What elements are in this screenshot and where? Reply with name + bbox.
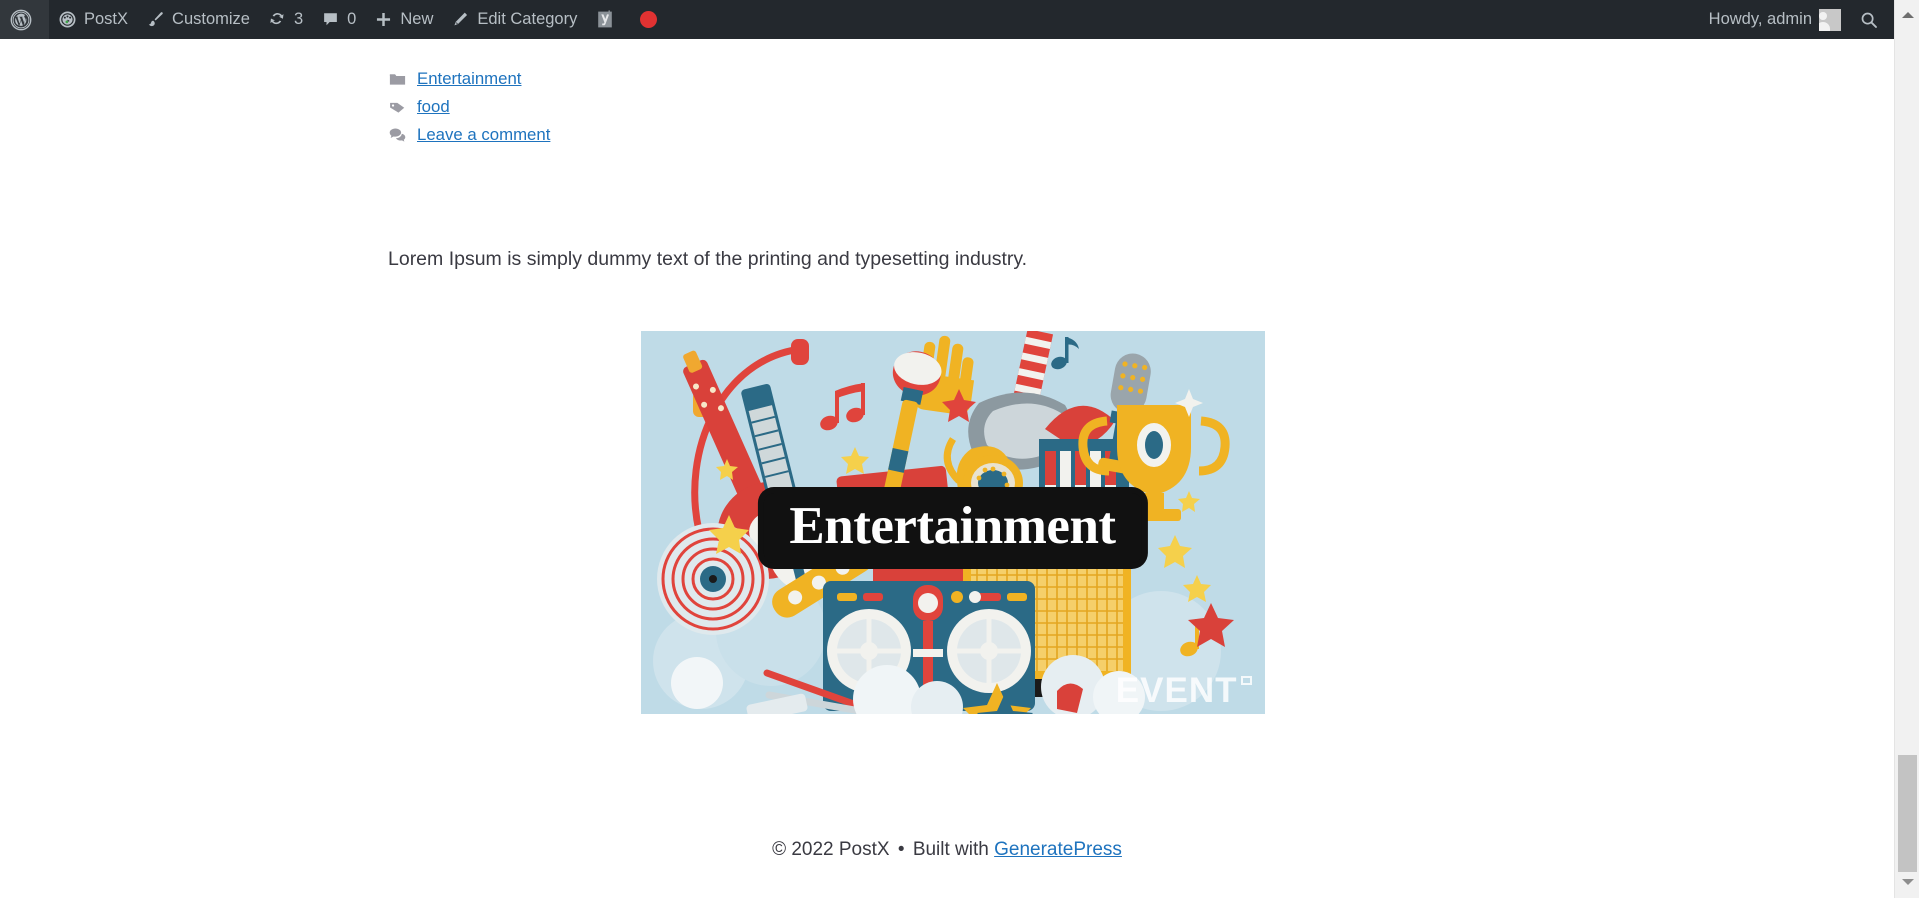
featured-image-entertainment[interactable]: Entertainment EVENT [640, 331, 1265, 715]
entry-meta: Entertainment food Leave a comment [377, 39, 1517, 149]
entry-meta-comments: Leave a comment [377, 121, 1517, 149]
wp-logo-menu[interactable] [0, 0, 49, 39]
my-account-menu[interactable]: Howdy, admin [1700, 0, 1850, 39]
entry-paragraph: Lorem Ipsum is simply dummy text of the … [388, 248, 1028, 270]
site-footer: © 2022 PostX • Built with GeneratePress [0, 836, 1894, 898]
admin-bar-label-edit-category: Edit Category [477, 10, 578, 29]
admin-bar-item-yoast[interactable] [586, 0, 631, 39]
footer-built-with-label: Built with [912, 838, 989, 860]
footer-separator: • [897, 838, 905, 860]
event-watermark-box-icon [1240, 676, 1252, 686]
search-icon [1859, 10, 1879, 30]
admin-bar-search-button[interactable] [1850, 0, 1888, 39]
category-link-entertainment[interactable]: Entertainment [417, 70, 521, 88]
site-page: Entertainment food Leave a comment Lorem… [0, 39, 1894, 898]
content-container: Entertainment food Leave a comment Lorem… [377, 39, 1517, 715]
entry-content: Lorem Ipsum is simply dummy text of the … [377, 149, 1517, 715]
comments-count: 0 [347, 10, 357, 29]
update-icon [268, 10, 287, 29]
scroll-up-arrow-icon[interactable] [1895, 4, 1919, 26]
comments-icon [388, 126, 407, 145]
generatepress-link[interactable]: GeneratePress [994, 839, 1122, 860]
admin-bar-item-updates[interactable]: 3 [259, 0, 312, 39]
event-watermark: EVENT [1116, 673, 1252, 708]
howdy-label: Howdy, admin [1708, 10, 1812, 28]
featured-image-banner-text: Entertainment [789, 497, 1116, 556]
featured-image-wrapper: Entertainment EVENT [388, 331, 1517, 715]
event-watermark-text: EVENT [1115, 671, 1238, 711]
wp-admin-bar: PostX Customize 3 0 New Edit Category Ho… [0, 0, 1894, 39]
admin-bar-label-customize: Customize [172, 10, 250, 29]
scroll-down-arrow-icon[interactable] [1895, 871, 1919, 893]
comment-bubble-icon [321, 10, 340, 29]
red-dot-icon [640, 11, 658, 28]
admin-bar-item-postx[interactable]: PostX [49, 0, 137, 39]
paintbrush-icon [146, 10, 165, 29]
featured-image-banner: Entertainment [763, 493, 1142, 564]
updates-count: 3 [293, 10, 304, 29]
admin-bar-item-customize[interactable]: Customize [137, 0, 259, 39]
tag-icon [388, 98, 407, 117]
folder-icon [388, 70, 407, 89]
leave-a-comment-link[interactable]: Leave a comment [417, 126, 550, 144]
yoast-icon [595, 9, 615, 30]
admin-bar-item-edit-category[interactable]: Edit Category [442, 0, 586, 39]
admin-bar-item-comments[interactable]: 0 [312, 0, 365, 39]
admin-bar-left-group: PostX Customize 3 0 New Edit Category [0, 0, 666, 39]
scrollbar-thumb[interactable] [1898, 755, 1917, 872]
pencil-icon [451, 10, 470, 29]
tag-link-food[interactable]: food [417, 98, 450, 116]
entry-meta-categories: Entertainment [377, 65, 1517, 93]
admin-bar-label-postx: PostX [84, 10, 129, 29]
admin-bar-label-new: New [400, 10, 434, 29]
entry-meta-tags: food [377, 93, 1517, 121]
wordpress-icon [10, 9, 32, 31]
footer-content: © 2022 PostX • Built with GeneratePress [0, 836, 1894, 865]
dashboard-icon [58, 10, 77, 29]
page-scrollbar[interactable] [1894, 0, 1919, 898]
avatar [1819, 8, 1841, 31]
footer-copyright: © 2022 PostX [772, 838, 890, 860]
admin-bar-right-group: Howdy, admin [1700, 0, 1894, 39]
admin-bar-item-new[interactable]: New [365, 0, 442, 39]
plus-icon [374, 10, 393, 29]
admin-bar-item-recording-indicator[interactable] [631, 0, 666, 39]
